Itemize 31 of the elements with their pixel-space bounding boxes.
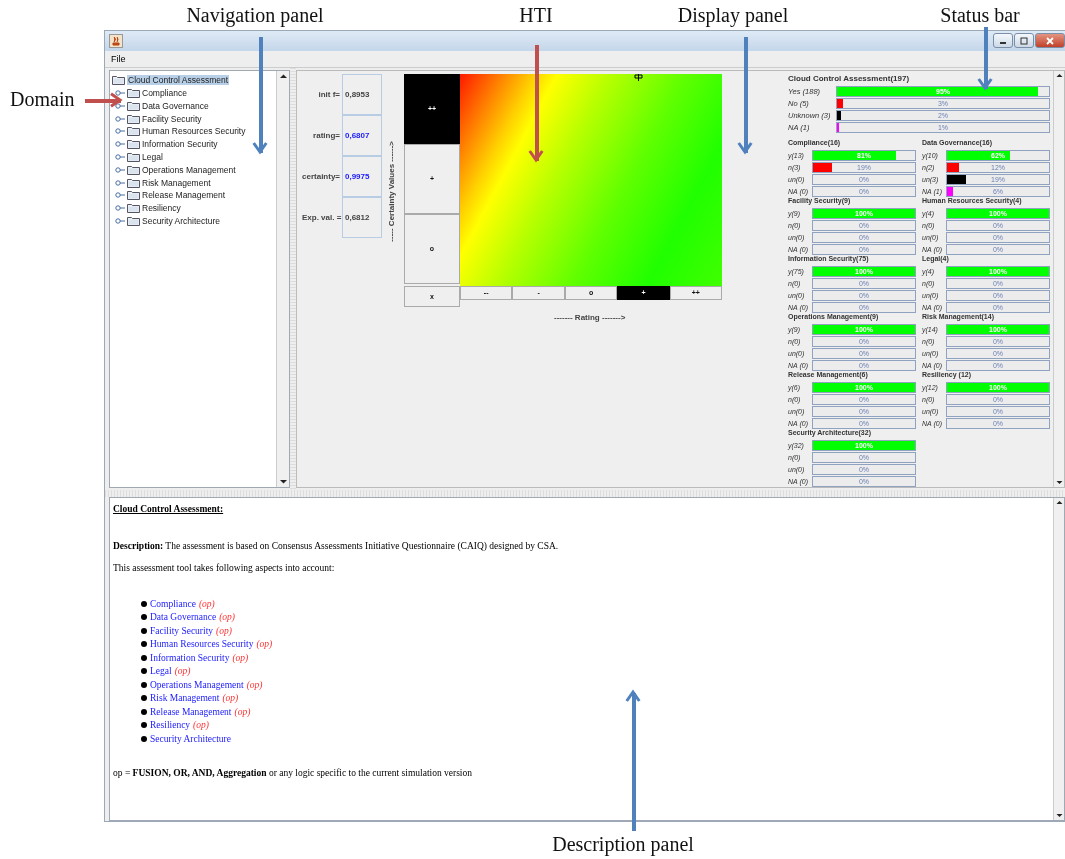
axis-label: ------- Rating ------->: [554, 312, 626, 322]
description-title: Cloud Control Assessment:: [113, 504, 225, 515]
intro-text: This assessment tool takes following aspects into account:: [113, 563, 336, 574]
callout-label: Description panel: [552, 833, 694, 856]
parameter-value: 0,8953: [342, 73, 382, 115]
status-title: Cloud Control Assessment(197): [788, 73, 911, 83]
callout-label: HTI: [519, 4, 553, 27]
axis-label: ----- Certainty Values ------>: [387, 140, 396, 242]
parameter-label: init f=: [317, 89, 341, 99]
footer-text: op = FUSION, OR, AND, Aggregation or any logic specific to the current simulation version: [113, 767, 473, 778]
parameter-value: 0,6812: [342, 196, 382, 238]
operator-note: (op): [216, 625, 232, 636]
parameter-label: Exp. val. =: [302, 212, 342, 222]
description-text: Description: The assessment is based on Consensus Assessments Initiative Questionnaire (CAIQ) designed by CSA.: [113, 541, 560, 552]
operator-note: (op): [256, 639, 273, 650]
callout-label: Status bar: [940, 4, 1020, 27]
callout-label: Display panel: [677, 4, 789, 27]
operator-note: (op): [222, 693, 239, 704]
operator-note: (op): [198, 598, 215, 609]
operator-note: (op): [193, 720, 209, 731]
operator-note: (op): [219, 612, 236, 623]
parameter-value: 0,6807: [342, 114, 382, 156]
operator-note: (op): [246, 679, 263, 690]
operator-note: (op): [234, 706, 251, 717]
callout-label: Navigation panel: [186, 4, 324, 27]
parameter-label: certainty=: [302, 171, 342, 181]
parameter-label: rating=: [312, 130, 341, 140]
callout-label: Domain: [10, 88, 75, 111]
operator-note: (op): [232, 652, 249, 663]
operator-note: (op): [174, 666, 191, 677]
parameter-value: 0,9975: [342, 155, 382, 197]
